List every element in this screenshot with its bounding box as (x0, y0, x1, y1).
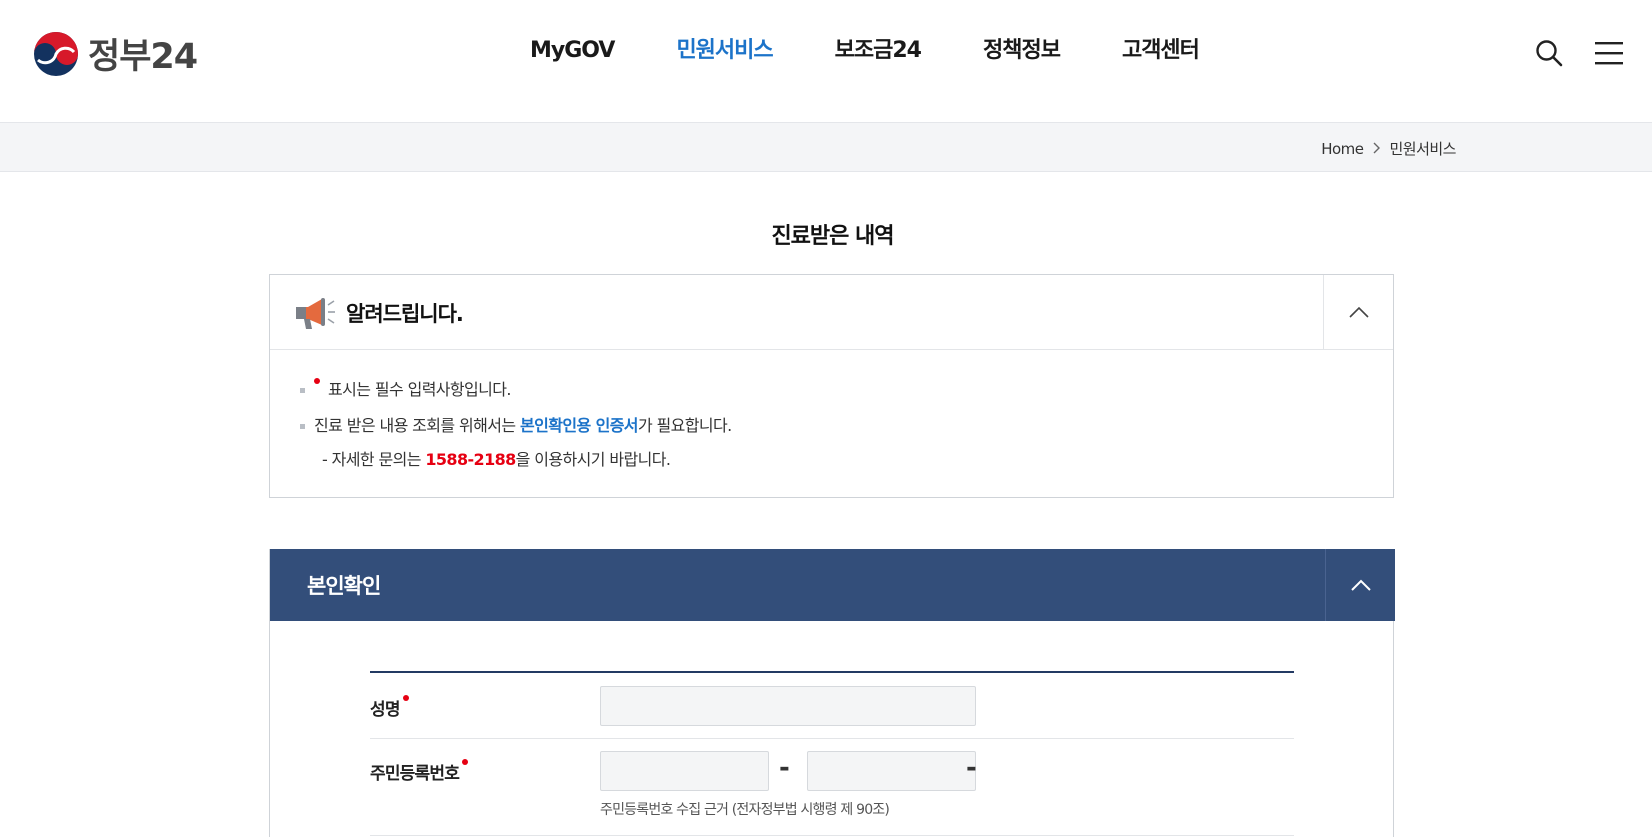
main-nav: MyGOV 민원서비스 보조금24 정책정보 고객센터 (530, 36, 1261, 66)
chevron-right-icon (1373, 140, 1381, 158)
search-icon (1536, 40, 1563, 67)
rrn-label: 주민등록번호 (370, 759, 476, 784)
search-button[interactable] (1532, 36, 1566, 70)
breadcrumb-home[interactable]: Home (1321, 140, 1364, 158)
notice-panel: 알려드립니다. 표시는 필수 입력사항입니다. 진료 받은 내용 조회를 위해서… (269, 274, 1394, 498)
rrn-front-input[interactable] (600, 751, 769, 791)
notice-cert-highlight: 본인확인용 인증서 (520, 416, 639, 435)
notice-cert-text-pre: 진료 받은 내용 조회를 위해서는 (314, 416, 520, 435)
notice-body: 표시는 필수 입력사항입니다. 진료 받은 내용 조회를 위해서는 본인확인용 … (270, 350, 1393, 476)
logo-text: 정부24 (88, 37, 198, 77)
notice-contact-phone: 1588-2188 (425, 450, 516, 469)
identity-section-header: 본인확인 (270, 549, 1395, 621)
notice-contact-text-pre: - 자세한 문의는 (322, 450, 426, 469)
name-input[interactable] (600, 686, 976, 726)
rrn-separator: - (779, 753, 790, 783)
rrn-back-separator: - (966, 753, 977, 783)
identity-collapse-button[interactable] (1325, 549, 1395, 621)
form-row-name: 성명 (370, 673, 1294, 739)
identity-section: 본인확인 성명 주민등록번호 - - 주민등록번호 수집 근거 (전자정부법 시… (269, 549, 1395, 837)
nav-item-civil-service[interactable]: 민원서비스 (676, 36, 773, 66)
breadcrumb: Home 민원서비스 (1321, 138, 1456, 159)
taegeuk-logo-icon (34, 31, 78, 76)
breadcrumb-current[interactable]: 민원서비스 (1389, 138, 1456, 159)
nav-item-subsidy24[interactable]: 보조금24 (835, 36, 922, 66)
notice-header: 알려드립니다. (270, 275, 1393, 350)
notice-line-required: 표시는 필수 입력사항입니다. (300, 372, 1393, 408)
notice-cert-text-post: 가 필요합니다. (637, 416, 732, 435)
chevron-up-icon (1350, 579, 1371, 591)
logo[interactable]: 정부24 (32, 28, 198, 79)
notice-line-contact: - 자세한 문의는 1588-2188을 이용하시기 바랍니다. (300, 444, 1393, 476)
nav-item-customer-center[interactable]: 고객센터 (1122, 36, 1200, 66)
bullet-icon (300, 424, 305, 429)
page-title: 진료받은 내역 (771, 224, 894, 249)
notice-collapse-button[interactable] (1323, 275, 1393, 349)
breadcrumb-bar: Home 민원서비스 (0, 122, 1652, 172)
notice-required-text: 표시는 필수 입력사항입니다. (328, 380, 512, 399)
name-label: 성명 (370, 695, 417, 720)
site-header: 정부24 MyGOV 민원서비스 보조금24 정책정보 고객센터 (0, 0, 1652, 122)
rrn-back-input[interactable] (807, 751, 976, 791)
chevron-up-icon (1348, 306, 1369, 318)
menu-icon (1595, 42, 1623, 65)
rrn-help-text: 주민등록번호 수집 근거 (전자정부법 시행령 제 90조) (600, 802, 890, 818)
identity-section-title: 본인확인 (307, 574, 381, 598)
header-utilities (1532, 36, 1652, 70)
notice-contact-text-post: 을 이용하시기 바랍니다. (515, 450, 671, 469)
required-dot-icon (462, 759, 469, 765)
nav-item-policy-info[interactable]: 정책정보 (983, 36, 1061, 66)
menu-button[interactable] (1592, 36, 1626, 70)
form-row-rrn: 주민등록번호 - - 주민등록번호 수집 근거 (전자정부법 시행령 제 90조… (370, 739, 1294, 836)
required-dot-icon (402, 695, 409, 701)
bullet-icon (300, 388, 305, 393)
notice-line-certificate: 진료 받은 내용 조회를 위해서는 본인확인용 인증서가 필요합니다. (300, 408, 1393, 444)
nav-item-mygov[interactable]: MyGOV (530, 36, 615, 66)
required-dot-icon (314, 378, 320, 384)
megaphone-icon (296, 298, 335, 329)
identity-form: 성명 주민등록번호 - - 주민등록번호 수집 근거 (전자정부법 시행령 제 … (370, 671, 1294, 836)
notice-title: 알려드립니다. (346, 302, 464, 326)
